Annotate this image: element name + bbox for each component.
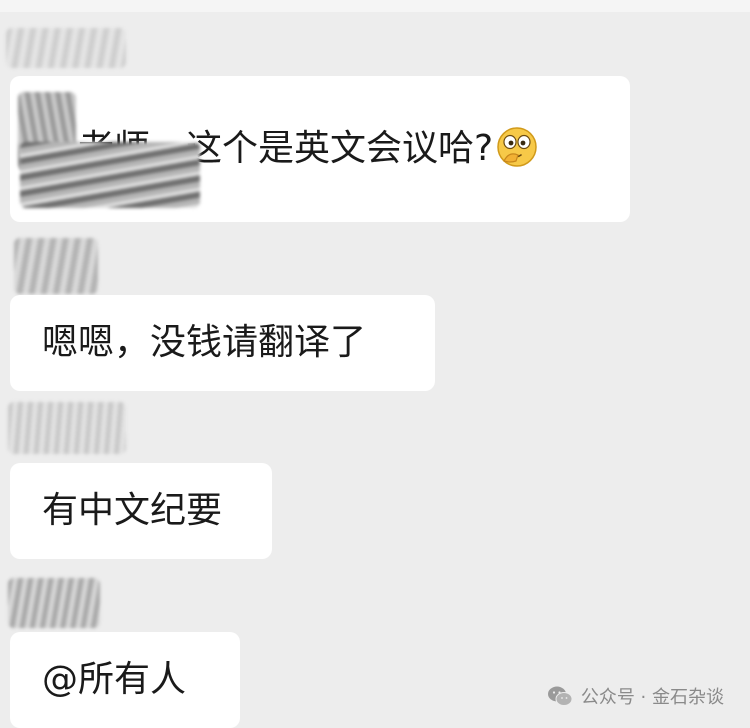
redacted-sender-name [8,402,126,454]
message-text: @所有人 [42,659,187,700]
watermark: 公众号 · 金石杂谈 [547,683,724,709]
message-text: 有中文纪要 [42,490,223,531]
message-bubble[interactable]: 嗯嗯，没钱请翻译了 [10,295,435,391]
message-text: 嗯嗯，没钱请翻译了 [42,322,367,363]
message-bubble[interactable]: 有中文纪要 [10,463,272,559]
redacted-sender-name [8,578,100,628]
redacted-sender-name [20,142,200,208]
watermark-text: 公众号 · 金石杂谈 [580,687,724,708]
thinking-face-emoji [497,127,537,167]
top-bar [0,0,750,12]
message-bubble[interactable]: @所有人 [10,632,240,728]
wechat-icon [547,686,573,706]
redacted-sender-name [14,238,98,294]
redacted-sender-name [6,28,126,68]
